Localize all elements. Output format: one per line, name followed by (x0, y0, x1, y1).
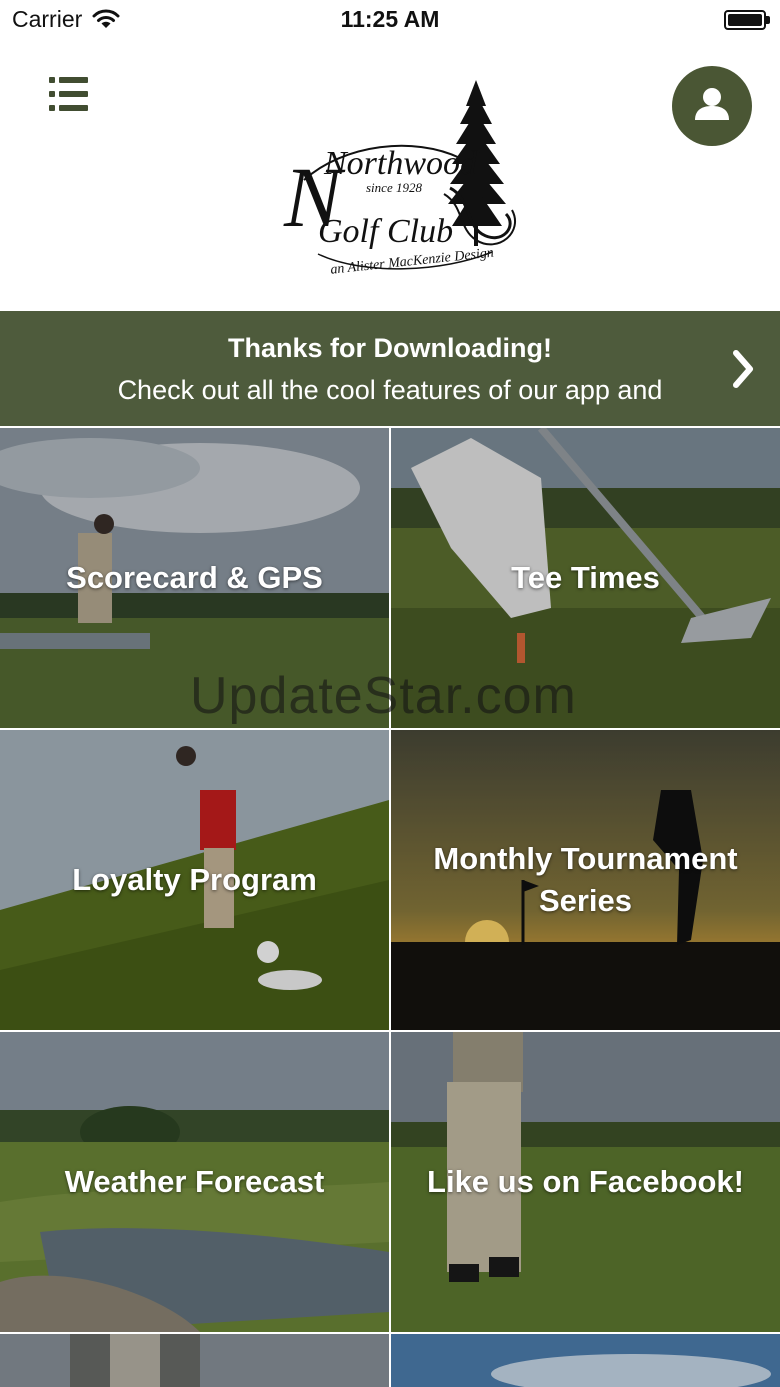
tile-partial-right[interactable] (391, 1334, 780, 1387)
user-icon (695, 88, 729, 120)
tile-partial-left[interactable] (0, 1334, 389, 1387)
logo-name-line2: Golf Club (318, 213, 453, 250)
tile-tee-times[interactable]: Tee Times (391, 428, 780, 728)
tile-like-us-on-facebook[interactable]: Like us on Facebook! (391, 1032, 780, 1332)
status-bar: Carrier 11:25 AM (0, 0, 780, 40)
tile-weather-forecast[interactable]: Weather Forecast (0, 1032, 389, 1332)
tile-monthly-tournament-series[interactable]: Monthly Tournament Series (391, 730, 780, 1030)
chevron-right-icon (733, 350, 753, 388)
logo-name: Northwood (323, 145, 478, 182)
tile-label: Monthly Tournament Series (433, 841, 738, 918)
feature-grid: Scorecard & GPS Tee Times Loyalty Progra… (0, 426, 780, 1387)
tile-label: Weather Forecast (64, 1164, 325, 1199)
tile-scorecard-gps[interactable]: Scorecard & GPS (0, 428, 389, 728)
welcome-banner[interactable]: Thanks for Downloading! Check out all th… (0, 311, 780, 426)
battery-icon (724, 10, 770, 30)
header: N Northwood since 1928 Golf Club an Alis… (0, 40, 780, 311)
banner-title: Thanks for Downloading! (228, 333, 552, 363)
menu-button[interactable] (44, 74, 92, 114)
banner-text: Check out all the cool features of our a… (117, 375, 663, 405)
tile-label: Scorecard & GPS (66, 560, 323, 595)
tile-label: Loyalty Program (72, 862, 317, 897)
tile-label: Like us on Facebook! (427, 1164, 744, 1199)
logo-tagline: since 1928 (366, 180, 422, 195)
club-logo: N Northwood since 1928 Golf Club an Alis… (283, 80, 516, 276)
clock: 11:25 AM (340, 6, 440, 32)
tile-label: Tee Times (511, 560, 660, 595)
logo-design-credit: an Alister MacKenzie Design (330, 246, 495, 276)
profile-button[interactable] (672, 66, 752, 146)
tile-loyalty-program[interactable]: Loyalty Program (0, 730, 389, 1030)
